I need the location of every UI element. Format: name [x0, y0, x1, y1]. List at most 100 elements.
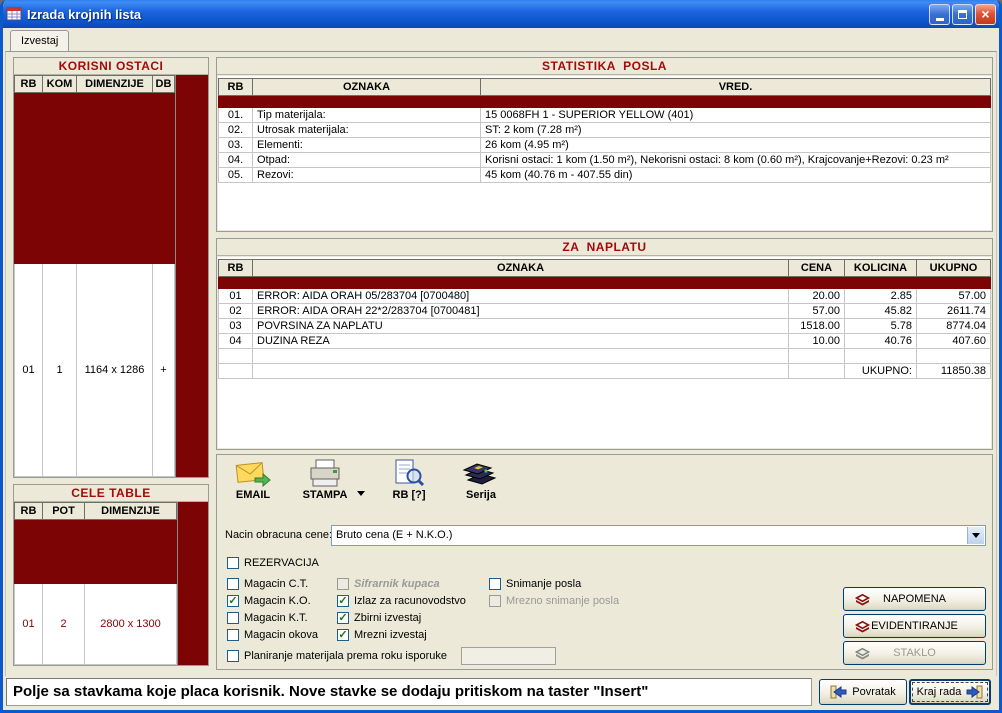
evidentiranje-button[interactable]: EVIDENTIRANJE: [843, 614, 986, 638]
table-cell[interactable]: 57.00: [789, 304, 845, 319]
staklo-button[interactable]: STAKLO: [843, 641, 986, 665]
pricing-combobox[interactable]: Bruto cena (E + N.K.O.): [331, 525, 986, 546]
table-cell[interactable]: 01: [15, 584, 43, 665]
checkbox-box[interactable]: [227, 629, 239, 641]
table-row[interactable]: 03.Elementi:26 kom (4.95 m²): [219, 138, 991, 153]
table-cell[interactable]: 2.85: [845, 289, 917, 304]
selected-empty-row[interactable]: [15, 520, 177, 584]
table-cell[interactable]: ERROR: AIDA ORAH 05/283704 [0700480]: [253, 289, 789, 304]
checkbox-rezervacija[interactable]: REZERVACIJA: [227, 556, 319, 570]
napomena-button[interactable]: NAPOMENA: [843, 587, 986, 611]
checkbox-box[interactable]: [227, 557, 239, 569]
table-cell[interactable]: 10.00: [789, 334, 845, 349]
checkbox-magacin-c-t-[interactable]: Magacin C.T.: [227, 577, 318, 591]
table-cell[interactable]: 03.: [219, 138, 253, 153]
serija-button[interactable]: Serija: [453, 459, 509, 501]
table-cell[interactable]: 1: [43, 263, 77, 476]
table-cell[interactable]: 1164 x 1286: [77, 263, 153, 476]
checkbox-mrezni-izvestaj[interactable]: ✓Mrezni izvestaj: [337, 628, 466, 642]
table-cell[interactable]: [219, 96, 991, 108]
table-cell[interactable]: Otpad:: [253, 153, 481, 168]
table-row[interactable]: 0111164 x 1286+: [15, 263, 175, 476]
stampa-dropdown-arrow[interactable]: [357, 483, 365, 501]
checkbox-box[interactable]: ✓: [337, 595, 349, 607]
checkbox-magacin-okova[interactable]: Magacin okova: [227, 628, 318, 642]
table-row[interactable]: 03POVRSINA ZA NAPLATU1518.005.788774.04: [219, 319, 991, 334]
table-cell[interactable]: Tip materijala:: [253, 108, 481, 123]
table-cell[interactable]: 02: [219, 304, 253, 319]
table-cell[interactable]: ST: 2 kom (7.28 m²): [481, 123, 991, 138]
table-cell[interactable]: 03: [219, 319, 253, 334]
email-button[interactable]: EMAIL: [225, 459, 281, 501]
table-cell[interactable]: 8774.04: [917, 319, 991, 334]
checkbox-box[interactable]: [489, 595, 501, 607]
table-row[interactable]: 02ERROR: AIDA ORAH 22*2/283704 [0700481]…: [219, 304, 991, 319]
table-cell[interactable]: 57.00: [917, 289, 991, 304]
checkbox-box[interactable]: [227, 612, 239, 624]
table-cell[interactable]: 01: [219, 289, 253, 304]
table-cell[interactable]: DUZINA REZA: [253, 334, 789, 349]
table-cell[interactable]: Rezovi:: [253, 168, 481, 183]
table-cell[interactable]: 26 kom (4.95 m²): [481, 138, 991, 153]
table-cell[interactable]: 2800 x 1300: [85, 584, 177, 665]
table-cell[interactable]: 2611.74: [917, 304, 991, 319]
table-cell[interactable]: 45 kom (40.76 m - 407.55 din): [481, 168, 991, 183]
minimize-button[interactable]: [929, 4, 950, 25]
table-row[interactable]: 04.Otpad:Korisni ostaci: 1 kom (1.50 m²)…: [219, 153, 991, 168]
table-cell[interactable]: Utrosak materijala:: [253, 123, 481, 138]
stampa-button[interactable]: STAMPA: [297, 459, 353, 501]
table-cell[interactable]: ERROR: AIDA ORAH 22*2/283704 [0700481]: [253, 304, 789, 319]
checkbox-sifrarnik-kupaca[interactable]: Sifrarnik kupaca: [337, 577, 466, 591]
table-cell[interactable]: 15 0068FH 1 - SUPERIOR YELLOW (401): [481, 108, 991, 123]
table-row[interactable]: 01.Tip materijala:15 0068FH 1 - SUPERIOR…: [219, 108, 991, 123]
table-cell[interactable]: 45.82: [845, 304, 917, 319]
tab-izvestaj[interactable]: Izvestaj: [10, 30, 69, 51]
selected-empty-row[interactable]: [15, 93, 175, 264]
table-row[interactable]: 05.Rezovi:45 kom (40.76 m - 407.55 din): [219, 168, 991, 183]
combobox-arrow-button[interactable]: [967, 527, 984, 544]
table-cell[interactable]: 5.78: [845, 319, 917, 334]
table-cell[interactable]: 01: [15, 263, 43, 476]
table-cell[interactable]: [15, 93, 175, 264]
checkbox-mrezno-snimanje-posla[interactable]: Mrezno snimanje posla: [489, 594, 619, 608]
selected-empty-row[interactable]: [219, 277, 991, 289]
table-cell[interactable]: 2: [43, 584, 85, 665]
checkbox-box[interactable]: [227, 578, 239, 590]
checkbox-box[interactable]: ✓: [337, 629, 349, 641]
table-cell[interactable]: 40.76: [845, 334, 917, 349]
checkbox-box[interactable]: [227, 650, 239, 662]
kraj-rada-button[interactable]: Kraj rada: [909, 679, 991, 705]
checkbox-box[interactable]: ✓: [227, 595, 239, 607]
maximize-button[interactable]: [952, 4, 973, 25]
table-cell[interactable]: 20.00: [789, 289, 845, 304]
table-cell[interactable]: 05.: [219, 168, 253, 183]
table-cell[interactable]: 04.: [219, 153, 253, 168]
planiranje-input[interactable]: [461, 647, 556, 665]
table-cell[interactable]: POVRSINA ZA NAPLATU: [253, 319, 789, 334]
checkbox-izlaz-za-racunovodstvo[interactable]: ✓Izlaz za racunovodstvo: [337, 594, 466, 608]
checkbox-box[interactable]: [489, 578, 501, 590]
table-row[interactable]: 02.Utrosak materijala:ST: 2 kom (7.28 m²…: [219, 123, 991, 138]
table-cell[interactable]: 01.: [219, 108, 253, 123]
table-row[interactable]: 01ERROR: AIDA ORAH 05/283704 [0700480]20…: [219, 289, 991, 304]
checkbox-box[interactable]: [337, 578, 349, 590]
checkbox-zbirni-izvestaj[interactable]: ✓Zbirni izvestaj: [337, 611, 466, 625]
selected-empty-row[interactable]: [219, 96, 991, 108]
close-button[interactable]: ×: [975, 4, 996, 25]
table-cell[interactable]: 04: [219, 334, 253, 349]
table-cell[interactable]: 407.60: [917, 334, 991, 349]
table-cell[interactable]: 02.: [219, 123, 253, 138]
checkbox-snimanje-posla[interactable]: Snimanje posla: [489, 577, 619, 591]
checkbox-box[interactable]: ✓: [337, 612, 349, 624]
table-cell[interactable]: [15, 520, 177, 584]
table-row[interactable]: 04DUZINA REZA10.0040.76407.60: [219, 334, 991, 349]
table-row[interactable]: 0122800 x 1300: [15, 584, 177, 665]
checkbox-magacin-k-t-[interactable]: Magacin K.T.: [227, 611, 318, 625]
rb-button[interactable]: RB [?]: [381, 459, 437, 501]
checkbox-magacin-k-o-[interactable]: ✓Magacin K.O.: [227, 594, 318, 608]
table-cell[interactable]: Korisni ostaci: 1 kom (1.50 m²), Nekoris…: [481, 153, 991, 168]
table-cell[interactable]: [219, 277, 991, 289]
povratak-button[interactable]: Povratak: [819, 679, 907, 705]
table-cell[interactable]: +: [153, 263, 175, 476]
table-cell[interactable]: Elementi:: [253, 138, 481, 153]
